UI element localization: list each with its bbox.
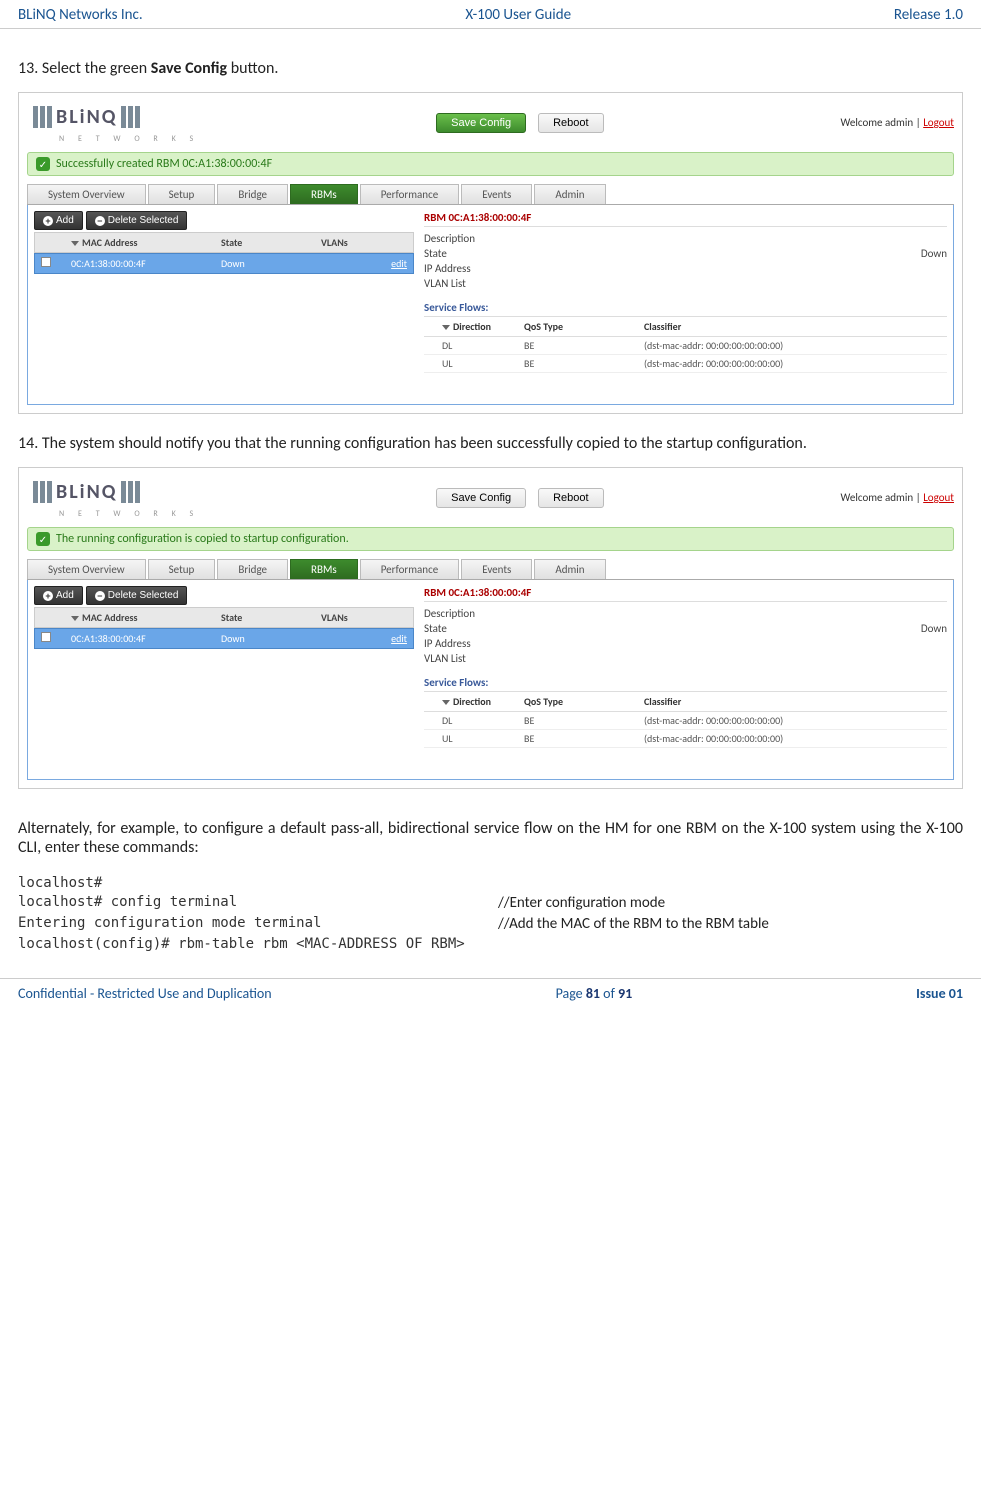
row-checkbox[interactable] xyxy=(41,257,51,267)
step-13: 13. Select the green Save Config button. xyxy=(18,59,963,78)
tab-setup[interactable]: Setup xyxy=(148,559,216,579)
blinq-logo: BLiNQ xyxy=(27,101,199,133)
cli-comment: //Enter configuration mode xyxy=(498,894,963,912)
tab-admin[interactable]: Admin xyxy=(534,184,605,204)
cli-line: localhost# config terminal xyxy=(18,894,498,912)
nav-tabs: System Overview Setup Bridge RBMs Perfor… xyxy=(27,559,954,580)
minus-icon: − xyxy=(95,216,105,226)
edit-link[interactable]: edit xyxy=(373,254,413,273)
cli-comment: //Add the MAC of the RBM to the RBM tabl… xyxy=(498,915,963,933)
sort-icon xyxy=(442,700,450,705)
save-config-button[interactable]: Save Config xyxy=(436,488,526,508)
check-icon: ✓ xyxy=(36,157,50,171)
rbm-detail-title: RBM 0C:A1:38:00:00:4F xyxy=(424,211,947,227)
sort-icon xyxy=(71,616,79,621)
logout-link[interactable]: Logout xyxy=(923,116,954,129)
rbm-grid-header: MAC Address State VLANs xyxy=(34,232,414,253)
tab-overview[interactable]: System Overview xyxy=(27,184,146,204)
sort-icon xyxy=(71,241,79,246)
tab-events[interactable]: Events xyxy=(461,559,532,579)
tab-overview[interactable]: System Overview xyxy=(27,559,146,579)
tab-performance[interactable]: Performance xyxy=(360,184,460,204)
tab-setup[interactable]: Setup xyxy=(148,184,216,204)
edit-link[interactable]: edit xyxy=(373,629,413,648)
rbm-grid-header: MAC Address State VLANs xyxy=(34,607,414,628)
footer-confidential: Confidential - Restricted Use and Duplic… xyxy=(18,985,272,1002)
tab-bridge[interactable]: Bridge xyxy=(217,559,288,579)
service-flow-row: UL BE (dst-mac-addr: 00:00:00:00:00:00) xyxy=(424,355,947,373)
delete-selected-button[interactable]: −Delete Selected xyxy=(86,211,188,230)
add-button[interactable]: +Add xyxy=(34,211,83,230)
logout-link[interactable]: Logout xyxy=(923,491,954,504)
header-release: Release 1.0 xyxy=(894,6,963,24)
rbm-grid-row[interactable]: 0C:A1:38:00:00:4F Down edit xyxy=(34,628,414,649)
tab-performance[interactable]: Performance xyxy=(360,559,460,579)
service-flow-row: DL BE (dst-mac-addr: 00:00:00:00:00:00) xyxy=(424,712,947,730)
success-banner: ✓ The running configuration is copied to… xyxy=(27,527,954,551)
header-title: X-100 User Guide xyxy=(465,6,571,24)
service-flow-row: DL BE (dst-mac-addr: 00:00:00:00:00:00) xyxy=(424,337,947,355)
reboot-button[interactable]: Reboot xyxy=(538,113,603,133)
cli-line: Entering configuration mode terminal xyxy=(18,915,498,933)
tab-events[interactable]: Events xyxy=(461,184,532,204)
header-company: BLiNQ Networks Inc. xyxy=(18,6,143,24)
service-flows-title: Service Flows: xyxy=(424,676,947,692)
tab-admin[interactable]: Admin xyxy=(534,559,605,579)
add-button[interactable]: +Add xyxy=(34,586,83,605)
page-header: BLiNQ Networks Inc. X-100 User Guide Rel… xyxy=(0,0,981,29)
plus-icon: + xyxy=(43,591,53,601)
minus-icon: − xyxy=(95,591,105,601)
welcome-text: Welcome admin | Logout xyxy=(841,491,954,504)
service-flow-row: UL BE (dst-mac-addr: 00:00:00:00:00:00) xyxy=(424,730,947,748)
tab-bridge[interactable]: Bridge xyxy=(217,184,288,204)
screenshot-config-copied: BLiNQ N E T W O R K S Save Config Reboot… xyxy=(18,467,963,789)
welcome-text: Welcome admin | Logout xyxy=(841,116,954,129)
row-checkbox[interactable] xyxy=(41,632,51,642)
delete-selected-button[interactable]: −Delete Selected xyxy=(86,586,188,605)
success-banner: ✓ Successfully created RBM 0C:A1:38:00:0… xyxy=(27,152,954,176)
footer-issue: Issue 01 xyxy=(916,985,963,1002)
reboot-button[interactable]: Reboot xyxy=(538,488,603,508)
plus-icon: + xyxy=(43,216,53,226)
step-14: 14. The system should notify you that th… xyxy=(18,434,963,453)
blinq-logo: BLiNQ xyxy=(27,476,199,508)
check-icon: ✓ xyxy=(36,532,50,546)
rbm-grid-row[interactable]: 0C:A1:38:00:00:4F Down edit xyxy=(34,253,414,274)
tab-rbms[interactable]: RBMs xyxy=(290,559,358,579)
service-flows-title: Service Flows: xyxy=(424,301,947,317)
footer-page: Page 81 of 91 xyxy=(556,985,633,1002)
tab-rbms[interactable]: RBMs xyxy=(290,184,358,204)
nav-tabs: System Overview Setup Bridge RBMs Perfor… xyxy=(27,184,954,205)
screenshot-save-config: BLiNQ N E T W O R K S Save Config Reboot… xyxy=(18,92,963,414)
save-config-button[interactable]: Save Config xyxy=(436,113,526,133)
alternate-paragraph: Alternately, for example, to configure a… xyxy=(18,819,963,857)
rbm-detail-title: RBM 0C:A1:38:00:00:4F xyxy=(424,586,947,602)
cli-line: localhost(config)# rbm-table rbm <MAC-AD… xyxy=(18,936,498,952)
page-footer: Confidential - Restricted Use and Duplic… xyxy=(0,978,981,1008)
sort-icon xyxy=(442,325,450,330)
cli-line: localhost# xyxy=(18,875,498,891)
